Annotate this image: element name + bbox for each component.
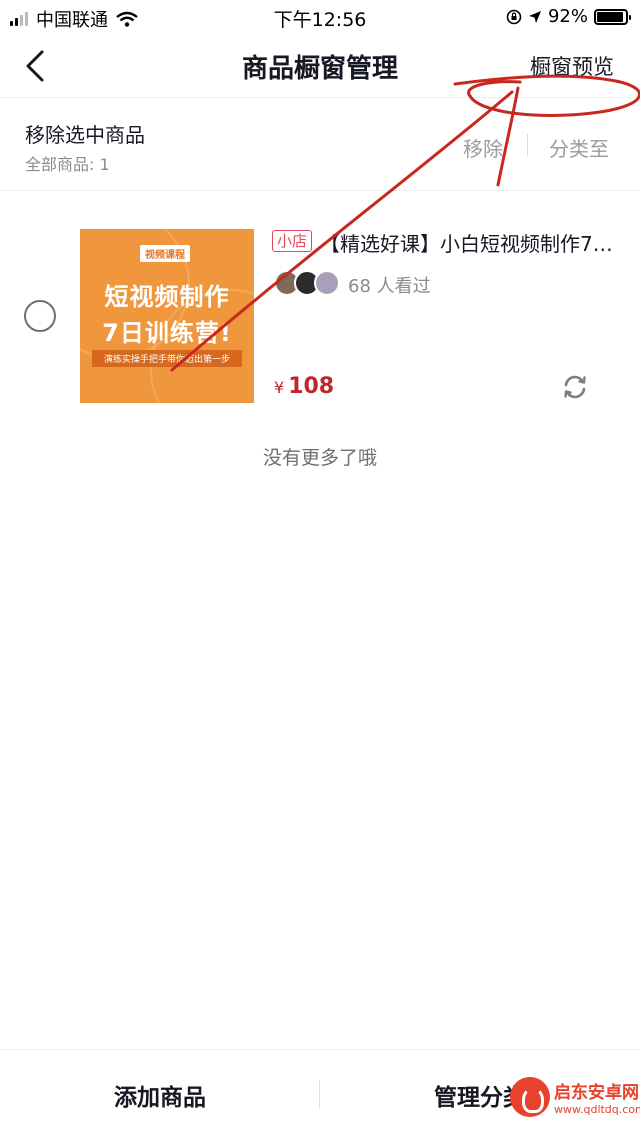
product-title[interactable]: 【精选好课】小白短视频制作7日训练营	[320, 228, 620, 257]
price-amount: 108	[288, 374, 335, 399]
watermark-url: www.qdltdq.com	[554, 1103, 640, 1116]
select-radio[interactable]	[24, 300, 56, 332]
shop-tag: 小店	[272, 230, 313, 252]
product-item[interactable]: 视频课程 短视频制作 7日训练营! 演练实操手把手带你迈出第一步 小店 【精选好…	[0, 192, 640, 422]
thumb-line-3: 演练实操手把手带你迈出第一步	[92, 350, 242, 367]
price: ¥108	[274, 374, 334, 399]
currency-symbol: ¥	[274, 378, 285, 397]
viewer-count: 68 人看过	[348, 276, 431, 297]
list-end-text: 没有更多了哦	[262, 447, 377, 469]
watermark-name: 启东安卓网	[554, 1083, 639, 1103]
product-thumbnail[interactable]: 视频课程 短视频制作 7日训练营! 演练实操手把手带你迈出第一步	[80, 229, 254, 403]
thumb-line-1: 短视频制作	[104, 283, 230, 311]
product-count: 全部商品: 1	[25, 155, 110, 174]
orientation-lock-icon	[506, 9, 522, 24]
viewer-avatars	[274, 270, 344, 296]
remove-button[interactable]: 移除	[463, 133, 503, 162]
watermark-logo-icon	[510, 1077, 550, 1117]
thumb-badge: 视频课程	[140, 245, 190, 262]
refresh-icon[interactable]	[561, 373, 589, 401]
action-divider	[527, 134, 528, 156]
status-bar: 中国联通 下午12:56 92%	[0, 0, 640, 34]
thumb-line-2: 7日训练营!	[102, 319, 232, 347]
location-icon	[528, 10, 541, 23]
status-right: 92%	[506, 6, 631, 27]
showcase-preview-button[interactable]: 橱窗预览	[530, 51, 614, 81]
watermark-text: 启东安卓网 www.qdltdq.com	[554, 1078, 640, 1116]
nav-bar: 商品橱窗管理 橱窗预览	[0, 34, 640, 98]
battery-icon	[594, 8, 631, 25]
bulk-action-row: 移除选中商品 全部商品: 1 移除 分类至	[0, 99, 640, 191]
add-product-button[interactable]: 添加商品	[0, 1078, 320, 1112]
battery-percent: 92%	[547, 6, 588, 27]
move-to-category-button[interactable]: 分类至	[549, 133, 609, 162]
watermark: 启东安卓网 www.qdltdq.com	[510, 1072, 640, 1122]
bulk-action-title: 移除选中商品	[25, 123, 145, 147]
avatar	[314, 270, 340, 296]
